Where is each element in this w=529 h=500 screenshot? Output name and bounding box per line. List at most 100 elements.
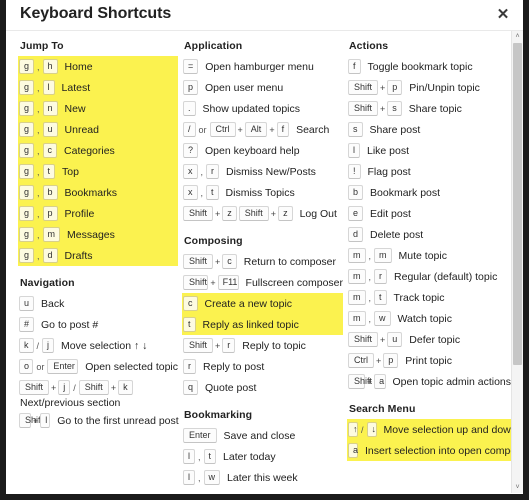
shortcut-group: = Open hamburger menu p Open user menu. Show… bbox=[182, 56, 343, 224]
shortcut-group: u Back # Go to post # k / j Move selection ↑ ↓ o… bbox=[18, 293, 179, 431]
shortcut-label: Search bbox=[296, 123, 330, 136]
key-separator: , bbox=[37, 61, 40, 72]
shortcut-row: a Insert selection into open composer bbox=[347, 440, 523, 461]
shortcut-label: Move selection ↑ ↓ bbox=[61, 339, 148, 352]
key-cap: o bbox=[19, 359, 34, 374]
shortcut-columns: Jump To g, h Home g, l Latest g, n New g, u Unread g,… bbox=[6, 31, 523, 493]
key-cap: Shift bbox=[183, 275, 209, 290]
section-title: Jump To bbox=[20, 40, 64, 52]
key-cap: Shift bbox=[348, 374, 372, 389]
shortcut-row: g, u Unread bbox=[18, 119, 178, 140]
keyboard-shortcuts-modal: Keyboard Shortcuts ✕ Jump To g, h Home g, l La… bbox=[6, 0, 523, 494]
key-cap: c bbox=[222, 254, 237, 269]
shortcut-row: Enter Save and close bbox=[182, 425, 343, 446]
shortcut-label: Toggle bookmark topic bbox=[367, 60, 473, 73]
key-separator: + bbox=[110, 382, 117, 393]
key-cap: u bbox=[387, 332, 403, 347]
key-separator: + bbox=[269, 124, 275, 135]
key-separator: , bbox=[368, 313, 372, 324]
key-cap: l bbox=[42, 80, 55, 95]
shortcut-label: Reply to post bbox=[203, 360, 265, 373]
shortcut-row: g, c Categories bbox=[18, 140, 178, 161]
section-jump-to: Jump To g, h Home g, l Latest g, n New g, u Unread g,… bbox=[18, 40, 178, 266]
key-separator: + bbox=[215, 256, 221, 267]
key-separator: + bbox=[270, 208, 277, 219]
key-separator: / bbox=[36, 340, 40, 351]
key-cap: x bbox=[183, 185, 198, 200]
key-cap: Shift bbox=[183, 338, 214, 353]
key-cap: m bbox=[348, 311, 366, 326]
key-cap: s bbox=[387, 101, 402, 116]
shortcut-row: = Open hamburger menu bbox=[182, 56, 343, 77]
shortcut-label: Watch topic bbox=[397, 312, 452, 325]
shortcut-label: Open user menu bbox=[205, 81, 284, 94]
key-cap: u bbox=[42, 122, 58, 137]
key-cap: q bbox=[183, 380, 199, 395]
shortcut-row: d Delete post bbox=[347, 224, 511, 245]
shortcut-row: o or Enter Open selected topic bbox=[18, 356, 178, 377]
key-separator: / bbox=[361, 424, 364, 435]
shortcut-row: m, t Track topic bbox=[347, 287, 511, 308]
shortcut-row: s Share post bbox=[347, 119, 511, 140]
shortcut-row: p Open user menu bbox=[182, 77, 343, 98]
key-separator: , bbox=[37, 250, 40, 261]
shortcut-row: # Go to post # bbox=[18, 314, 178, 335]
key-cap: m bbox=[348, 290, 366, 305]
key-cap: n bbox=[42, 101, 58, 116]
key-cap: g bbox=[19, 122, 35, 137]
shortcut-row: g, l Latest bbox=[18, 77, 178, 98]
shortcut-label: Go to post # bbox=[41, 318, 99, 331]
shortcut-row: e Edit post bbox=[347, 203, 511, 224]
scroll-down-icon[interactable]: ˅ bbox=[512, 482, 523, 493]
key-cap: F11 bbox=[217, 275, 239, 290]
shortcut-row: g, b Bookmarks bbox=[18, 182, 178, 203]
key-cap: m bbox=[42, 227, 61, 242]
key-cap: w bbox=[203, 470, 221, 485]
shortcut-label: Profile bbox=[64, 207, 95, 220]
key-cap: Alt bbox=[244, 122, 268, 137]
shortcut-label: Back bbox=[41, 297, 65, 310]
column-3: Actions f Toggle bookmark topic Shift + p Pin/… bbox=[343, 40, 523, 493]
column-1: Jump To g, h Home g, l Latest g, n New g, u Unread g,… bbox=[6, 40, 179, 493]
vertical-scrollbar[interactable]: ˄ ˅ bbox=[511, 31, 523, 493]
shortcut-row: c Create a new topic bbox=[182, 293, 343, 314]
key-cap: Shift bbox=[183, 254, 214, 269]
key-cap: l bbox=[348, 143, 360, 158]
key-cap: r bbox=[183, 359, 196, 374]
key-cap: w bbox=[374, 311, 391, 326]
key-cap: t bbox=[206, 185, 219, 200]
shortcut-row: l, t Later today bbox=[182, 446, 343, 467]
key-cap: s bbox=[348, 122, 363, 137]
shortcut-row: g, p Profile bbox=[18, 203, 178, 224]
shortcut-row: Ctrl + p Print topic bbox=[347, 350, 511, 371]
shortcut-label: Later this week bbox=[227, 471, 298, 484]
section-title: Navigation bbox=[20, 277, 75, 289]
key-separator: , bbox=[368, 292, 372, 303]
key-separator: , bbox=[198, 451, 201, 462]
shortcut-label: Share topic bbox=[408, 102, 462, 115]
shortcut-label: Open hamburger menu bbox=[205, 60, 314, 73]
key-cap: l bbox=[40, 413, 51, 428]
shortcut-label: Go to the first unread post bbox=[57, 414, 179, 427]
key-cap: Shift bbox=[19, 380, 50, 395]
key-cap: g bbox=[19, 143, 35, 158]
section-title: Composing bbox=[184, 235, 243, 247]
key-separator: + bbox=[215, 340, 221, 351]
key-cap: h bbox=[42, 59, 58, 74]
close-icon[interactable]: ✕ bbox=[494, 6, 512, 24]
key-separator: , bbox=[37, 166, 40, 177]
scroll-up-icon[interactable]: ˄ bbox=[512, 31, 523, 42]
shortcut-row: / or Ctrl + Alt + f Search bbox=[182, 119, 343, 140]
shortcut-label: Open selected topic bbox=[85, 360, 178, 373]
shortcut-row: ! Flag post bbox=[347, 161, 511, 182]
scrollbar-thumb[interactable] bbox=[513, 43, 522, 365]
key-separator: , bbox=[37, 145, 40, 156]
key-cap: = bbox=[183, 59, 199, 74]
shortcut-note: Next/previous section bbox=[20, 397, 121, 409]
shortcut-row: x, t Dismiss Topics bbox=[182, 182, 343, 203]
key-cap: Shift bbox=[78, 380, 109, 395]
shortcut-label: Drafts bbox=[64, 249, 93, 262]
key-cap: m bbox=[348, 269, 366, 284]
shortcut-label: Dismiss Topics bbox=[225, 186, 295, 199]
key-separator: + bbox=[380, 82, 386, 93]
